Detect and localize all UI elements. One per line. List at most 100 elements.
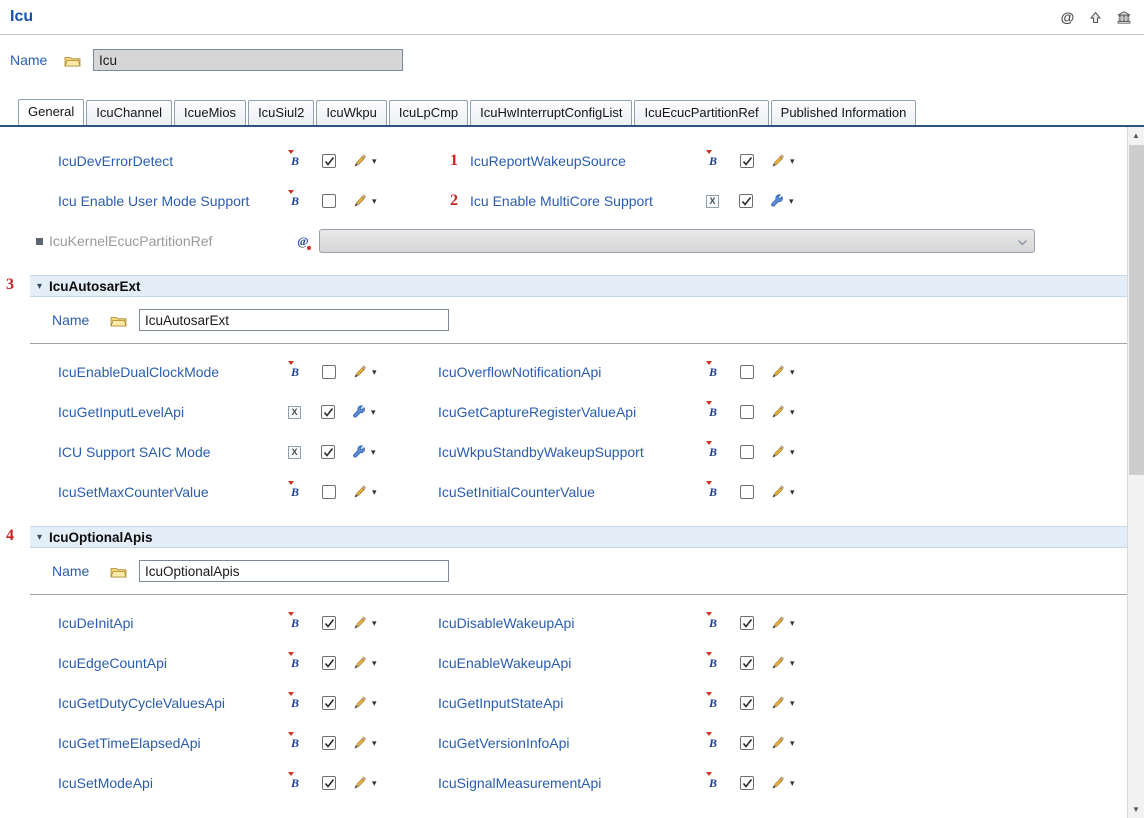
edit-pencil-icon[interactable] [771, 405, 786, 419]
edit-pencil-icon[interactable] [771, 656, 786, 670]
dropdown-caret-icon[interactable]: ▾ [372, 156, 377, 167]
param-label: IcuGetInputLevelApi [58, 404, 185, 420]
edit-pencil-icon[interactable] [353, 736, 368, 750]
edit-pencil-icon[interactable] [771, 616, 786, 630]
wrench-icon[interactable] [352, 405, 367, 419]
tab-icuchannel[interactable]: IcuChannel [86, 100, 173, 125]
checkbox[interactable] [322, 485, 336, 499]
checkbox[interactable] [322, 696, 336, 710]
edit-pencil-icon[interactable] [353, 194, 368, 208]
parameter-row: IcuEnableDualClockMode B ▾ IcuOverflowNotif… [0, 352, 1127, 392]
checkbox[interactable] [739, 194, 753, 208]
dropdown-caret-icon[interactable]: ▾ [372, 658, 377, 669]
checkbox[interactable] [322, 194, 336, 208]
partition-ref-combobox[interactable] [319, 229, 1035, 253]
checkbox[interactable] [321, 445, 335, 459]
param-label: IcuGetVersionInfoApi [438, 735, 570, 751]
tab-icuhwinterruptconfiglist[interactable]: IcuHwInterruptConfigList [470, 100, 633, 125]
dropdown-caret-icon[interactable]: ▾ [790, 698, 795, 709]
dropdown-caret-icon[interactable]: ▾ [790, 407, 795, 418]
dropdown-caret-icon[interactable]: ▾ [372, 367, 377, 378]
edit-pencil-icon[interactable] [771, 485, 786, 499]
edit-pencil-icon[interactable] [771, 776, 786, 790]
edit-pencil-icon[interactable] [353, 776, 368, 790]
checkbox[interactable] [321, 405, 335, 419]
edit-pencil-icon[interactable] [771, 365, 786, 379]
section-name-input[interactable] [139, 309, 449, 331]
tab-general[interactable]: General [18, 99, 85, 125]
tab-iculpcmp[interactable]: IcuLpCmp [388, 100, 469, 125]
navigate-up-icon[interactable] [1087, 9, 1104, 26]
dropdown-caret-icon[interactable]: ▾ [790, 618, 795, 629]
collapse-triangle-icon[interactable]: ▾ [37, 532, 42, 543]
section-header[interactable]: 4 ▾ IcuOptionalApis [6, 526, 1127, 548]
parameter-row: ICU Support SAIC Mode X ▾ IcuWkpuStandbyWak… [0, 432, 1127, 472]
parameter-cell: IcuSetMaxCounterValue B ▾ [58, 480, 438, 500]
edit-pencil-icon[interactable] [771, 696, 786, 710]
dropdown-caret-icon[interactable]: ▾ [372, 698, 377, 709]
parameter-cell: IcuEdgeCountApi B ▾ [58, 651, 438, 671]
collapse-triangle-icon[interactable]: ▾ [37, 281, 42, 292]
edit-pencil-icon[interactable] [353, 616, 368, 630]
dropdown-caret-icon[interactable]: ▾ [790, 447, 795, 458]
dropdown-caret-icon[interactable]: ▾ [372, 738, 377, 749]
param-label: Icu Enable User Mode Support [58, 193, 250, 209]
checkbox[interactable] [740, 776, 754, 790]
checkbox[interactable] [740, 485, 754, 499]
checkbox[interactable] [740, 656, 754, 670]
checkbox[interactable] [740, 736, 754, 750]
checkbox[interactable] [322, 736, 336, 750]
combobox-chevron-icon[interactable] [1017, 234, 1028, 249]
module-name-input[interactable] [93, 49, 403, 71]
edit-pencil-icon[interactable] [353, 656, 368, 670]
scrollbar-thumb[interactable] [1129, 145, 1144, 475]
edit-pencil-icon[interactable] [771, 736, 786, 750]
library-icon[interactable] [1115, 9, 1132, 26]
checkbox[interactable] [740, 154, 754, 168]
scroll-down-button[interactable]: ▼ [1128, 801, 1144, 818]
wrench-icon[interactable] [770, 194, 785, 208]
default-source-icon: B [706, 771, 720, 791]
edit-pencil-icon[interactable] [771, 445, 786, 459]
edit-pencil-icon[interactable] [353, 696, 368, 710]
section-header[interactable]: 3 ▾ IcuAutosarExt [6, 275, 1127, 297]
scroll-up-button[interactable]: ▲ [1128, 127, 1144, 144]
checkbox[interactable] [322, 154, 336, 168]
dropdown-caret-icon[interactable]: ▾ [790, 738, 795, 749]
section-name-input[interactable] [139, 560, 449, 582]
edit-pencil-icon[interactable] [353, 485, 368, 499]
checkbox[interactable] [740, 696, 754, 710]
default-source-icon: B [706, 149, 720, 169]
edit-pencil-icon[interactable] [353, 365, 368, 379]
checkbox[interactable] [740, 445, 754, 459]
dropdown-caret-icon[interactable]: ▾ [790, 156, 795, 167]
dropdown-caret-icon[interactable]: ▾ [790, 487, 795, 498]
at-icon[interactable]: @ [1059, 9, 1076, 26]
dropdown-caret-icon[interactable]: ▾ [372, 618, 377, 629]
checkbox[interactable] [740, 405, 754, 419]
dropdown-caret-icon[interactable]: ▾ [371, 447, 376, 458]
edit-pencil-icon[interactable] [353, 154, 368, 168]
checkbox[interactable] [322, 616, 336, 630]
dropdown-caret-icon[interactable]: ▾ [789, 196, 794, 207]
dropdown-caret-icon[interactable]: ▾ [371, 407, 376, 418]
tab-icuecucpartitionref[interactable]: IcuEcucPartitionRef [634, 100, 769, 125]
dropdown-caret-icon[interactable]: ▾ [372, 778, 377, 789]
dropdown-caret-icon[interactable]: ▾ [790, 778, 795, 789]
dropdown-caret-icon[interactable]: ▾ [790, 367, 795, 378]
vertical-scrollbar[interactable]: ▲ ▼ [1127, 127, 1144, 818]
dropdown-caret-icon[interactable]: ▾ [372, 487, 377, 498]
checkbox[interactable] [322, 656, 336, 670]
tab-icuwkpu[interactable]: IcuWkpu [316, 100, 387, 125]
tab-icuemios[interactable]: IcueMios [174, 100, 247, 125]
checkbox[interactable] [322, 365, 336, 379]
dropdown-caret-icon[interactable]: ▾ [372, 196, 377, 207]
wrench-icon[interactable] [352, 445, 367, 459]
checkbox[interactable] [322, 776, 336, 790]
edit-pencil-icon[interactable] [771, 154, 786, 168]
checkbox[interactable] [740, 616, 754, 630]
checkbox[interactable] [740, 365, 754, 379]
dropdown-caret-icon[interactable]: ▾ [790, 658, 795, 669]
tab-published-information[interactable]: Published Information [770, 100, 917, 125]
tab-icusiul2[interactable]: IcuSiul2 [248, 100, 315, 125]
